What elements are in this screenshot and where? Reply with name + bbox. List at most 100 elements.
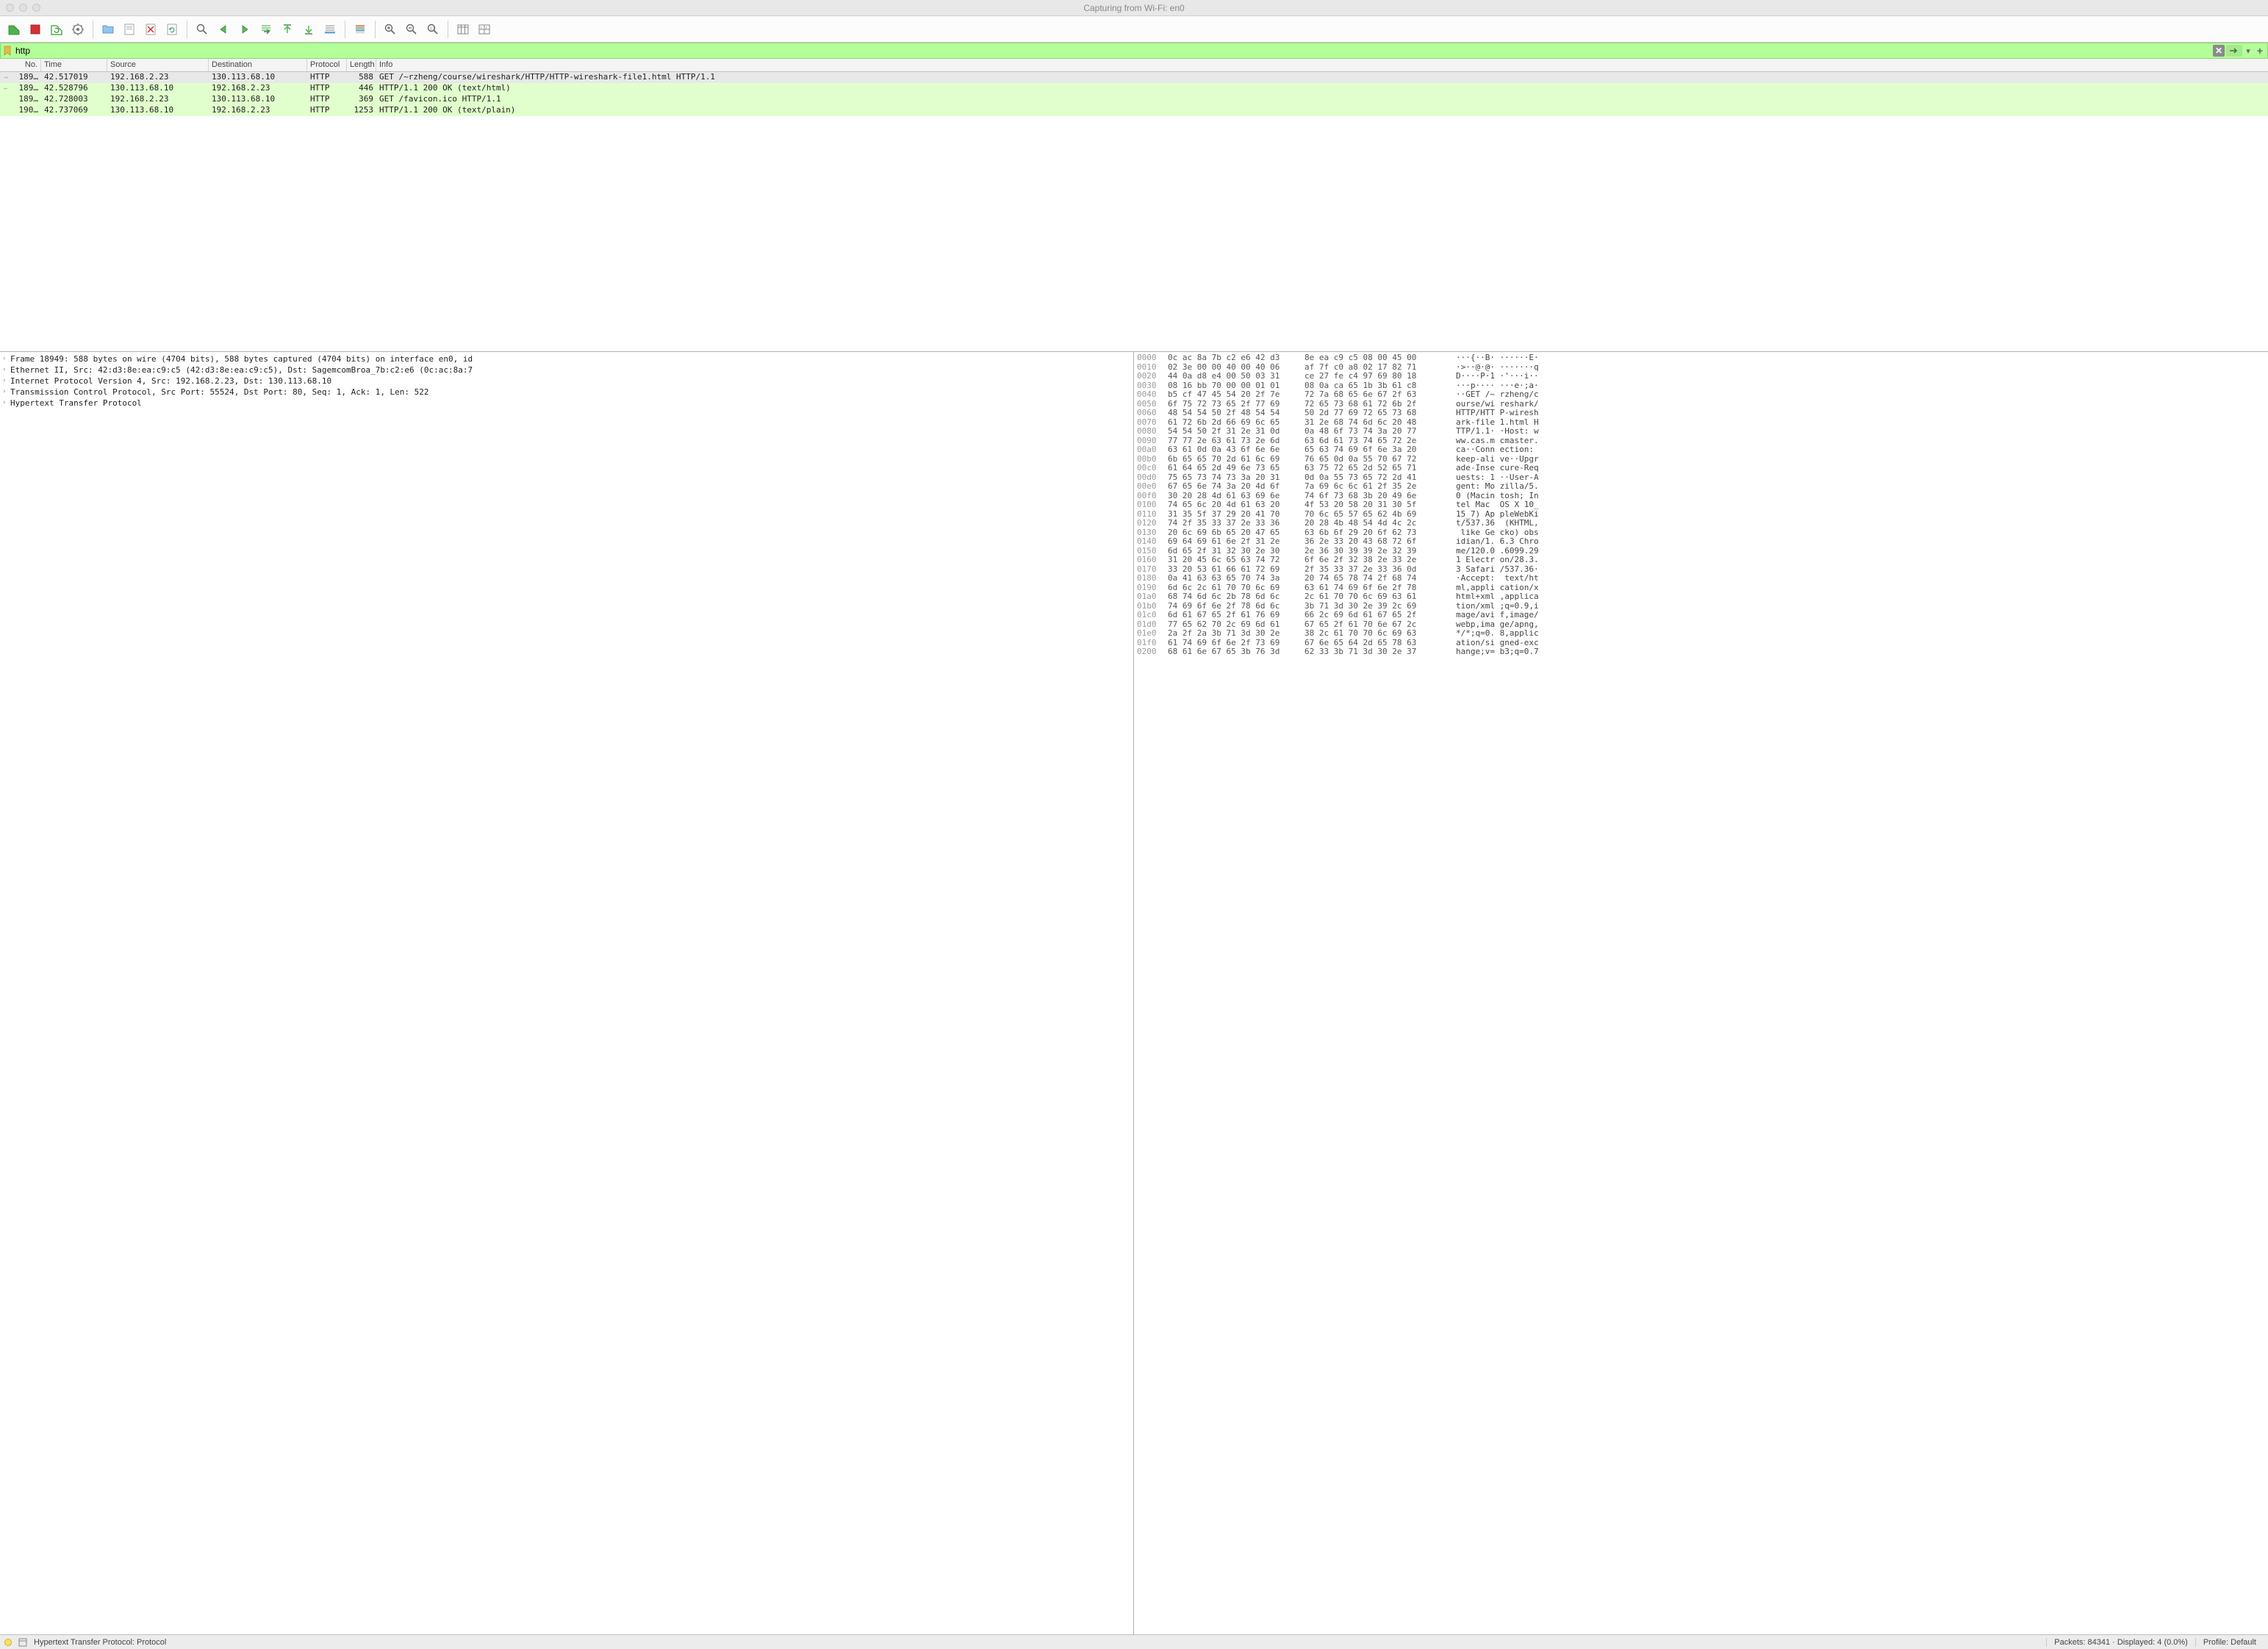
detail-tree-item[interactable]: Frame 18949: 588 bytes on wire (4704 bit…	[0, 353, 1133, 364]
window-title: Capturing from Wi-Fi: en0	[0, 3, 2268, 13]
close-window[interactable]	[6, 4, 14, 12]
col-header-source[interactable]: Source	[107, 59, 209, 71]
go-to-packet-button[interactable]	[256, 20, 276, 39]
zoom-window[interactable]	[32, 4, 40, 12]
hex-line[interactable]: 00c061 64 65 2d 49 6e 73 6563 75 72 65 2…	[1137, 464, 2265, 473]
hex-line[interactable]: 006048 54 54 50 2f 48 54 5450 2d 77 69 7…	[1137, 409, 2265, 418]
restart-capture-button[interactable]	[47, 20, 66, 39]
packet-list-pane: No. Time Source Destination Protocol Len…	[0, 59, 2268, 352]
hex-line[interactable]: 016031 20 45 6c 65 63 74 726f 6e 2f 32 3…	[1137, 556, 2265, 565]
close-file-button[interactable]	[141, 20, 160, 39]
packet-bytes-pane[interactable]: 00000c ac 8a 7b c2 e6 42 d38e ea c9 c5 0…	[1134, 352, 2268, 1634]
cell-source: 130.113.68.10	[107, 105, 209, 116]
packet-row[interactable]: 190…42.737069130.113.68.10192.168.2.23HT…	[0, 105, 2268, 116]
packet-list-header: No. Time Source Destination Protocol Len…	[0, 59, 2268, 72]
filter-bookmark-icon[interactable]	[2, 46, 12, 56]
go-first-button[interactable]	[278, 20, 297, 39]
zoom-reset-button[interactable]: 1:1	[423, 20, 442, 39]
packet-list-body[interactable]: →189…42.517019192.168.2.23130.113.68.10H…	[0, 72, 2268, 351]
go-back-button[interactable]	[214, 20, 233, 39]
hex-ascii: html+xml ,applica	[1456, 592, 1539, 602]
packet-row[interactable]: ←189…42.528796130.113.68.10192.168.2.23H…	[0, 83, 2268, 94]
hex-ascii: gent: Mo zilla/5.	[1456, 482, 1539, 492]
hex-bytes: 31 20 45 6c 65 63 74 72	[1168, 556, 1305, 565]
cell-time: 42.737069	[41, 105, 107, 116]
display-filter-bar: ✕ ▾ +	[0, 43, 2268, 59]
status-profile[interactable]: Profile: Default	[2195, 1638, 2264, 1647]
save-file-button[interactable]	[120, 20, 139, 39]
apply-filter-button[interactable]	[2226, 45, 2242, 57]
hex-bytes: 20 74 65 78 74 2f 68 74	[1305, 574, 1456, 583]
packet-row[interactable]: →189…42.517019192.168.2.23130.113.68.10H…	[0, 72, 2268, 83]
stop-capture-button[interactable]	[26, 20, 45, 39]
packet-marker-icon	[0, 94, 12, 105]
resize-all-button[interactable]: 12	[475, 20, 494, 39]
hex-line[interactable]: 002044 0a d8 e4 00 50 03 31ce 27 fe c4 9…	[1137, 372, 2265, 381]
cell-protocol: HTTP	[307, 83, 347, 94]
minimize-window[interactable]	[19, 4, 27, 12]
hex-bytes: 63 61 0d 0a 43 6f 6e 6e	[1168, 445, 1305, 455]
hex-line[interactable]: 020068 61 6e 67 65 3b 76 3d62 33 3b 71 3…	[1137, 647, 2265, 657]
hex-line[interactable]: 014069 64 69 61 6e 2f 31 2e36 2e 33 20 4…	[1137, 537, 2265, 547]
open-file-button[interactable]	[98, 20, 118, 39]
auto-scroll-button[interactable]	[320, 20, 340, 39]
col-header-no[interactable]: No.	[0, 59, 41, 71]
hex-line[interactable]: 010074 65 6c 20 4d 61 63 204f 53 20 58 2…	[1137, 500, 2265, 510]
hex-ascii: */*;q=0. 8,applic	[1456, 629, 1539, 639]
resize-columns-button[interactable]	[453, 20, 473, 39]
hex-line[interactable]: 00e067 65 6e 74 3a 20 4d 6f7a 69 6c 6c 6…	[1137, 482, 2265, 492]
svg-text:2: 2	[486, 26, 488, 29]
detail-tree-item[interactable]: Internet Protocol Version 4, Src: 192.16…	[0, 376, 1133, 387]
hex-line[interactable]: 012074 2f 35 33 37 2e 33 3620 28 4b 48 5…	[1137, 519, 2265, 528]
hex-ascii: HTTP/HTT P-wiresh	[1456, 409, 1539, 418]
packet-details-pane[interactable]: Frame 18949: 588 bytes on wire (4704 bit…	[0, 352, 1134, 1634]
col-header-time[interactable]: Time	[41, 59, 107, 71]
col-header-info[interactable]: Info	[376, 59, 2268, 71]
col-header-length[interactable]: Length	[347, 59, 376, 71]
hex-line[interactable]: 01c06d 61 67 65 2f 61 76 6966 2c 69 6d 6…	[1137, 611, 2265, 620]
hex-offset: 0140	[1137, 537, 1168, 547]
hex-ascii: mage/avi f,image/	[1456, 611, 1539, 620]
hex-line[interactable]: 00a063 61 0d 0a 43 6f 6e 6e65 63 74 69 6…	[1137, 445, 2265, 455]
col-header-destination[interactable]: Destination	[209, 59, 307, 71]
zoom-out-button[interactable]	[402, 20, 421, 39]
colorize-button[interactable]	[351, 20, 370, 39]
detail-tree-item[interactable]: Hypertext Transfer Protocol	[0, 398, 1133, 409]
cell-destination: 130.113.68.10	[209, 94, 307, 105]
capture-options-button[interactable]	[68, 20, 87, 39]
cell-destination: 130.113.68.10	[209, 72, 307, 83]
cell-info: GET /favicon.ico HTTP/1.1	[376, 94, 2268, 105]
packet-row[interactable]: 189…42.728003192.168.2.23130.113.68.10HT…	[0, 94, 2268, 105]
hex-line[interactable]: 008054 54 50 2f 31 2e 31 0d0a 48 6f 73 7…	[1137, 427, 2265, 436]
cell-info: HTTP/1.1 200 OK (text/plain)	[376, 105, 2268, 116]
hex-line[interactable]: 0040b5 cf 47 45 54 20 2f 7e72 7a 68 65 6…	[1137, 390, 2265, 400]
hex-ascii: idian/1. 6.3 Chro	[1456, 537, 1539, 547]
go-last-button[interactable]	[299, 20, 318, 39]
go-forward-button[interactable]	[235, 20, 254, 39]
add-filter-button[interactable]: +	[2254, 45, 2266, 57]
hex-ascii: D····P·1 ·'···i··	[1456, 372, 1539, 381]
svg-text:1:1: 1:1	[430, 26, 435, 31]
hex-bytes: 7a 69 6c 6c 61 2f 35 2e	[1305, 482, 1456, 492]
find-packet-button[interactable]	[193, 20, 212, 39]
display-filter-input[interactable]	[12, 46, 2213, 56]
hex-line[interactable]: 00000c ac 8a 7b c2 e6 42 d38e ea c9 c5 0…	[1137, 353, 2265, 363]
hex-bytes: 74 2f 35 33 37 2e 33 36	[1168, 519, 1305, 528]
capture-file-icon[interactable]	[18, 1637, 28, 1648]
expert-info-icon[interactable]	[4, 1639, 12, 1646]
cell-info: HTTP/1.1 200 OK (text/html)	[376, 83, 2268, 94]
hex-bytes: 62 33 3b 71 3d 30 2e 37	[1305, 647, 1456, 657]
zoom-in-button[interactable]	[381, 20, 400, 39]
hex-line[interactable]: 01a068 74 6d 6c 2b 78 6d 6c2c 61 70 70 6…	[1137, 592, 2265, 602]
cell-length: 446	[347, 83, 376, 94]
hex-line[interactable]: 01800a 41 63 63 65 70 74 3a20 74 65 78 7…	[1137, 574, 2265, 583]
reload-file-button[interactable]	[162, 20, 182, 39]
start-capture-button[interactable]	[4, 20, 24, 39]
filter-history-dropdown[interactable]: ▾	[2244, 45, 2253, 57]
detail-tree-item[interactable]: Ethernet II, Src: 42:d3:8e:ea:c9:c5 (42:…	[0, 364, 1133, 376]
col-header-protocol[interactable]: Protocol	[307, 59, 347, 71]
hex-line[interactable]: 01e02a 2f 2a 3b 71 3d 30 2e38 2c 61 70 7…	[1137, 629, 2265, 639]
hex-ascii: ade-Inse cure-Req	[1456, 464, 1539, 473]
detail-tree-item[interactable]: Transmission Control Protocol, Src Port:…	[0, 387, 1133, 398]
clear-filter-button[interactable]: ✕	[2213, 45, 2225, 57]
